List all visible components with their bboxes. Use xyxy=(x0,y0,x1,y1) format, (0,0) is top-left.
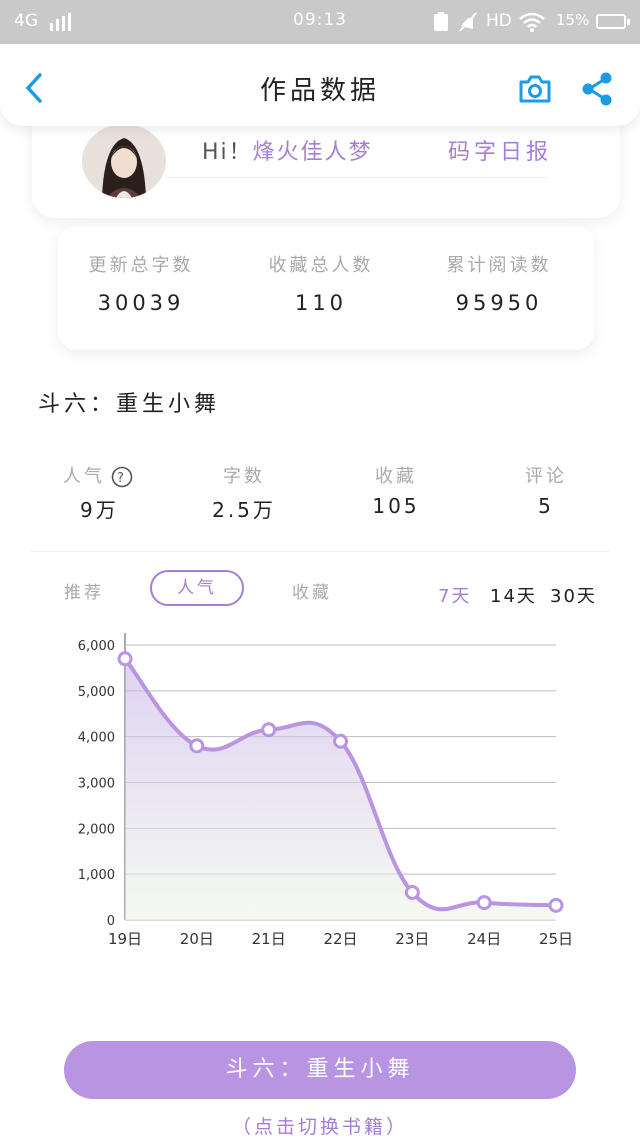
comments-stat: 评论 5 xyxy=(486,462,606,518)
tab-recommend[interactable]: 推荐 xyxy=(64,578,104,603)
greeting: Hi！烽火佳人梦 xyxy=(202,134,373,166)
greeting-prefix: Hi！ xyxy=(202,140,253,165)
header-bar: 作品数据 xyxy=(0,44,640,126)
help-icon[interactable]: ? xyxy=(111,466,133,488)
stat-label: 评论 xyxy=(525,466,567,487)
series-area xyxy=(125,658,556,920)
divider xyxy=(30,551,610,552)
range-30-days[interactable]: 30天 xyxy=(550,582,597,608)
tab-favorites[interactable]: 收藏 xyxy=(292,578,332,603)
favorites-stat: 收藏 105 xyxy=(336,462,456,518)
avatar[interactable] xyxy=(82,124,166,198)
y-tick-label: 4,000 xyxy=(78,731,115,746)
switch-book-hint: （点击切换书籍） xyxy=(231,1116,408,1138)
stat-label: 字数 xyxy=(223,466,265,487)
tab-popularity[interactable]: 人气 xyxy=(150,570,244,606)
data-point[interactable] xyxy=(117,651,133,667)
x-tick-label: 22日 xyxy=(323,930,357,948)
stat-label-text: 人气 xyxy=(63,466,105,487)
x-tick-label: 21日 xyxy=(252,930,286,948)
popularity-chart: 0 1,000 2,000 3,000 4,000 5,000 6,000 19日 20日 21日… xyxy=(78,633,573,948)
stat-label: 人气? xyxy=(38,462,158,488)
data-point[interactable] xyxy=(189,738,205,754)
divider xyxy=(166,177,548,178)
battery-saver-icon xyxy=(434,12,448,31)
battery-percent: 15% xyxy=(556,11,590,29)
x-tick-label: 24日 xyxy=(467,930,501,948)
range-14-days[interactable]: 14天 xyxy=(490,582,537,608)
y-tick-label: 0 xyxy=(107,914,115,929)
mute-icon xyxy=(459,12,477,32)
username: 烽火佳人梦 xyxy=(252,140,373,165)
stat-label: 更新总字数 xyxy=(88,255,194,276)
data-point[interactable] xyxy=(548,897,564,913)
x-tick-label: 19日 xyxy=(108,930,142,948)
data-point[interactable] xyxy=(261,722,277,738)
data-point[interactable] xyxy=(404,885,420,900)
data-point[interactable] xyxy=(333,733,348,749)
stat-label: 收藏总人数 xyxy=(268,255,374,276)
x-tick-label: 25日 xyxy=(539,930,573,948)
y-tick-label: 3,000 xyxy=(78,777,115,792)
y-tick-label: 5,000 xyxy=(78,685,115,700)
switch-book-button[interactable]: 斗六：重生小舞 xyxy=(64,1041,576,1099)
camera-icon[interactable] xyxy=(518,74,552,104)
data-point[interactable] xyxy=(476,895,492,911)
total-reads-stat: 累计阅读数 95950 xyxy=(424,251,574,315)
x-tick-label: 23日 xyxy=(395,930,429,948)
stat-value: 5 xyxy=(538,494,554,518)
battery-icon xyxy=(596,14,630,29)
y-tick-label: 2,000 xyxy=(78,822,115,837)
wifi-icon xyxy=(519,12,545,32)
stat-value: 30039 xyxy=(97,291,185,315)
svg-text:?: ? xyxy=(117,471,127,486)
book-title: 斗六：重生小舞 xyxy=(38,392,221,417)
stat-value: 105 xyxy=(372,494,420,518)
stat-value: 95950 xyxy=(455,291,543,315)
stat-label: 收藏 xyxy=(375,466,417,487)
stat-value: 9万 xyxy=(80,498,119,522)
daily-report-link[interactable]: 码字日报 xyxy=(448,134,552,166)
word-count-stat: 字数 2.5万 xyxy=(184,462,304,523)
popularity-stat: 人气? 9万 xyxy=(38,462,158,523)
x-tick-label: 20日 xyxy=(180,930,214,948)
range-7-days[interactable]: 7天 xyxy=(438,582,471,608)
stat-value: 110 xyxy=(294,291,348,315)
stat-label: 累计阅读数 xyxy=(446,255,552,276)
total-favorites-stat: 收藏总人数 110 xyxy=(246,251,396,315)
hd-indicator: HD xyxy=(486,11,512,31)
total-words-stat: 更新总字数 30039 xyxy=(66,251,216,315)
y-tick-label: 6,000 xyxy=(78,639,115,654)
stat-value: 2.5万 xyxy=(212,498,276,522)
y-tick-label: 1,000 xyxy=(78,868,115,883)
status-bar: 4G 09:13 HD 15% xyxy=(0,0,640,44)
share-icon[interactable] xyxy=(580,72,614,106)
